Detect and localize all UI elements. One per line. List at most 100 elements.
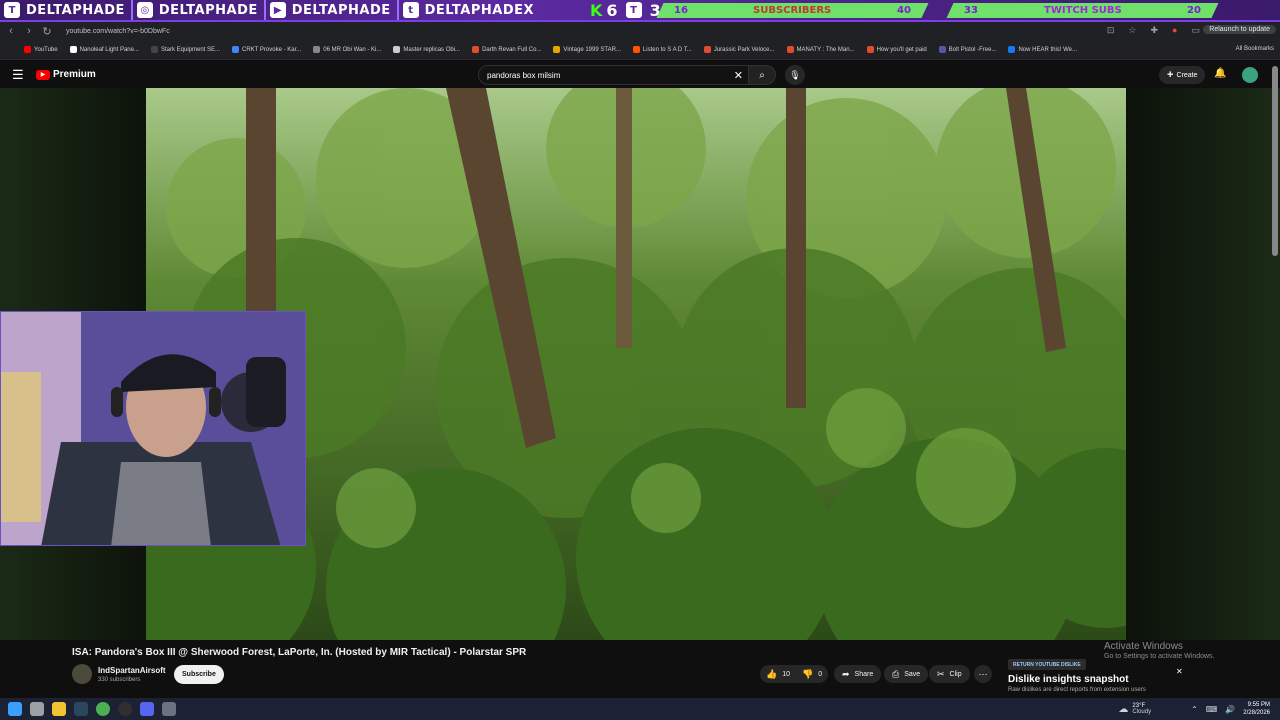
subs-goal-target: 40 bbox=[897, 5, 911, 16]
bookmark-label: 06 MR Obi Wan - Ki... bbox=[323, 46, 382, 53]
channel-avatar[interactable] bbox=[72, 664, 92, 684]
bookmark-item[interactable]: YouTube bbox=[24, 46, 58, 53]
file-explorer-icon[interactable] bbox=[52, 702, 66, 716]
window-icon[interactable]: ▭ bbox=[1191, 25, 1200, 36]
subs-goal-label: SUBSCRIBERS bbox=[753, 5, 832, 16]
chrome-icon[interactable] bbox=[96, 702, 110, 716]
account-avatar[interactable] bbox=[1242, 67, 1258, 83]
bookmark-favicon-icon bbox=[69, 46, 77, 53]
bookmark-item[interactable]: Jurassic Park Veloce... bbox=[703, 46, 775, 53]
logo-text: Premium bbox=[53, 69, 96, 80]
subscribers-goal-bar: 16 SUBSCRIBERS 40 bbox=[656, 3, 929, 18]
install-icon[interactable]: ⊡ bbox=[1107, 25, 1115, 36]
more-actions-button[interactable]: ⋯ bbox=[974, 665, 992, 683]
scissors-icon: ✂ bbox=[937, 668, 945, 679]
overlay-twitter-handle: t DELTAPHADEX bbox=[399, 0, 540, 20]
overlay-count-a: 6 bbox=[606, 0, 618, 20]
share-button[interactable]: ➦ Share bbox=[834, 665, 882, 683]
chevron-up-icon[interactable]: ⌃ bbox=[1191, 705, 1198, 714]
discord-icon[interactable] bbox=[140, 702, 154, 716]
all-bookmarks-button[interactable]: All Bookmarks bbox=[1236, 46, 1274, 52]
like-button[interactable]: 👍 10 bbox=[760, 665, 796, 683]
bookmark-item[interactable]: Darth Revan Full Co... bbox=[472, 46, 541, 53]
bookmark-label: Vintage 1999 STAR... bbox=[563, 46, 621, 53]
clear-icon[interactable]: ✕ bbox=[734, 69, 743, 82]
clock-time: 9:55 PM bbox=[1247, 702, 1270, 708]
extensions-icon[interactable]: ✚ bbox=[1151, 25, 1159, 36]
overlay-handle-text: DELTAPHADE bbox=[291, 2, 391, 18]
menu-icon[interactable]: ☰ bbox=[12, 67, 24, 83]
mic-icon: 🎙 bbox=[789, 69, 801, 80]
search-input[interactable]: pandoras box milsim ✕ bbox=[478, 65, 750, 85]
share-label: Share bbox=[854, 670, 874, 678]
overlay-handle-text: DELTAPHADEX bbox=[424, 2, 535, 18]
bookmark-favicon-icon bbox=[393, 46, 401, 53]
overlay-instagram-handle: ◎ DELTAPHADE bbox=[133, 0, 266, 20]
bookmark-favicon-icon bbox=[938, 46, 946, 53]
dislike-button[interactable]: 👎 0 bbox=[796, 665, 828, 683]
volume-icon[interactable]: 🔊 bbox=[1225, 705, 1235, 714]
browser-address-bar: ‹ › ↻ youtube.com/watch?v=-b0DbwFc ⊡ ☆ ✚… bbox=[0, 22, 1280, 40]
steam-icon[interactable] bbox=[74, 702, 88, 716]
watermark-line1: Activate Windows bbox=[1104, 641, 1183, 652]
task-view-icon[interactable] bbox=[30, 702, 44, 716]
system-tray: ☁ 23°F Cloudy ⌃ ⌨ 🔊 9:55 PM 2/28/2026 bbox=[1118, 698, 1280, 720]
network-icon[interactable]: ⌨ bbox=[1206, 705, 1218, 714]
bookmark-item[interactable]: 06 MR Obi Wan - Ki... bbox=[313, 46, 381, 53]
extension-subtitle: Raw dislikes are direct reports from ext… bbox=[1008, 687, 1146, 693]
windows-activation-watermark: Activate Windows Go to Settings to activ… bbox=[1104, 641, 1215, 660]
overlay-handle-text: DELTAPHADE bbox=[158, 2, 258, 18]
bookmark-item[interactable]: Now HEAR this! We... bbox=[1008, 46, 1077, 53]
bookmark-item[interactable]: Bolt Pistol -Free... bbox=[938, 46, 996, 53]
relaunch-button[interactable]: Relaunch to update bbox=[1203, 25, 1276, 34]
star-icon[interactable]: ☆ bbox=[1128, 25, 1136, 36]
reload-icon[interactable]: ↻ bbox=[40, 25, 54, 38]
close-icon[interactable]: ✕ bbox=[1176, 667, 1183, 676]
bookmark-item[interactable]: MANATY : The Man... bbox=[786, 46, 855, 53]
weather-widget[interactable]: ☁ 23°F Cloudy bbox=[1118, 703, 1151, 715]
subscribe-button[interactable]: Subscribe bbox=[174, 665, 224, 684]
url-field[interactable]: youtube.com/watch?v=-b0DbwFc bbox=[66, 28, 170, 35]
bookmark-icon: ⎙ bbox=[892, 668, 900, 679]
record-icon[interactable]: ● bbox=[1172, 25, 1177, 36]
weather-condition: Cloudy bbox=[1132, 709, 1152, 715]
obs-icon[interactable] bbox=[118, 702, 132, 716]
more-icon: ⋯ bbox=[978, 668, 988, 679]
notifications-icon[interactable]: 🔔 bbox=[1214, 68, 1226, 79]
twitch-goal-label: TWITCH SUBS bbox=[1043, 5, 1122, 16]
bookmark-item[interactable]: Vintage 1999 STAR... bbox=[553, 46, 621, 53]
subscriber-count: 330 subscribers bbox=[98, 677, 141, 683]
youtube-logo[interactable]: ▶ Premium bbox=[36, 69, 96, 80]
bookmark-item[interactable]: How you'll get paid bbox=[866, 46, 927, 53]
search-button[interactable]: ⌕ bbox=[748, 65, 776, 85]
bookmark-item[interactable]: Nanoleaf Light Pane... bbox=[69, 46, 139, 53]
overlay-twitch-icon: T bbox=[625, 2, 642, 18]
app-icon[interactable] bbox=[162, 702, 176, 716]
overlay-youtube-handle: ▶ DELTAPHADE bbox=[266, 0, 399, 20]
windows-start-icon[interactable] bbox=[8, 702, 22, 716]
bookmark-item[interactable]: Stark Equipment SE... bbox=[150, 46, 220, 53]
channel-name[interactable]: IndSpartanAirsoft bbox=[98, 666, 166, 675]
voice-search-button[interactable]: 🎙 bbox=[785, 65, 805, 85]
youtube-play-icon: ▶ bbox=[36, 69, 50, 80]
save-button[interactable]: ⎙ Save bbox=[884, 665, 929, 683]
twitch-goal-current: 33 bbox=[964, 5, 978, 16]
clip-label: Clip bbox=[949, 670, 962, 678]
clip-button[interactable]: ✂ Clip bbox=[929, 665, 970, 683]
watermark-line2: Go to Settings to activate Windows. bbox=[1104, 653, 1215, 660]
back-icon[interactable]: ‹ bbox=[4, 25, 18, 37]
bookmark-favicon-icon bbox=[313, 46, 321, 53]
bookmark-item[interactable]: Listen to S A D T... bbox=[632, 46, 692, 53]
search-icon: ⌕ bbox=[759, 69, 765, 81]
twitch-goal-target: 20 bbox=[1187, 5, 1201, 16]
extension-title: Dislike insights snapshot bbox=[1008, 674, 1129, 685]
stream-overlay-banner: T DELTAPHADE ◎ DELTAPHADE ▶ DELTAPHADE t… bbox=[0, 0, 1280, 22]
dislike-count: 0 bbox=[818, 670, 823, 678]
page-scrollbar[interactable] bbox=[1272, 66, 1278, 256]
bookmark-item[interactable]: Master replicas Obi... bbox=[393, 46, 460, 53]
clock[interactable]: 9:55 PM 2/28/2026 bbox=[1243, 701, 1270, 717]
bookmark-item[interactable]: CRKT Provoke - Kar... bbox=[232, 46, 301, 53]
overlay-handle-text: DELTAPHADE bbox=[26, 2, 125, 18]
create-button[interactable]: + Create bbox=[1159, 66, 1206, 84]
forward-icon[interactable]: › bbox=[22, 25, 36, 37]
